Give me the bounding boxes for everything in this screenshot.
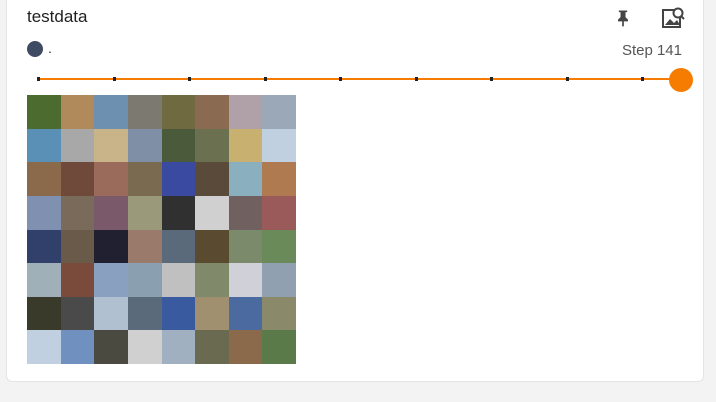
image-tile [161,95,196,129]
slider-tick [339,77,342,81]
image-tile [228,330,263,364]
run-label: . [48,40,52,56]
slider-tick [490,77,493,81]
image-tile [228,296,263,331]
step-slider[interactable] [37,68,693,92]
image-tile [228,263,263,297]
image-tile [262,95,296,129]
image-tile [127,296,162,331]
image-tile [27,162,61,196]
image-tile [27,330,61,364]
image-tile [161,296,196,331]
image-tile [228,95,263,129]
image-tile [94,296,128,331]
image-tile [161,162,196,196]
step-label: Step 141 [621,42,682,59]
image-tile [94,229,128,264]
image-card: testdata . Step 141 [6,0,704,382]
image-tile [262,330,296,364]
image-tile [228,128,263,163]
image-tile [161,195,196,230]
image-tile [127,162,162,196]
slider-thumb[interactable] [669,68,693,92]
slider-tick [263,77,267,81]
slider-tick [565,77,569,81]
image-tile [127,128,162,163]
image-tile [60,162,95,196]
image-tile [27,128,61,163]
image-tile [195,229,229,264]
image-tile [27,263,61,297]
image-tile [195,162,229,196]
image-search-icon [662,7,685,28]
image-tile [127,195,162,230]
image-tile [60,128,95,163]
image-tile [228,195,263,230]
image-grid [27,95,296,364]
image-tile [161,263,196,297]
image-tile [195,128,229,163]
pin-icon [618,10,628,27]
slider-tick [414,77,418,81]
slider-tick [641,77,644,81]
image-tile [94,128,128,163]
image-tile [27,95,61,129]
image-tile [262,296,296,331]
image-tile [60,195,95,230]
image-tile [195,95,229,129]
image-tile [27,229,61,264]
image-tile [161,229,196,264]
card-title: testdata [27,7,88,26]
image-tile [161,128,196,163]
image-tile [195,296,229,331]
image-tile [262,229,296,264]
image-tile [94,95,128,129]
image-tile [161,330,196,364]
image-tile [262,263,296,297]
image-tile [60,229,95,264]
image-tile [127,330,162,364]
image-tile [94,195,128,230]
image-tile [94,162,128,196]
image-tile [228,229,263,264]
pin-button[interactable] [611,6,635,30]
run-color-dot [27,41,43,57]
image-tile [60,95,95,129]
image-tile [27,296,61,331]
image-tile [127,229,162,264]
slider-tick [188,77,191,81]
image-tile [127,95,162,129]
slider-tick [37,77,40,81]
image-tile [27,195,61,230]
slider-track [37,78,681,80]
image-tile [94,263,128,297]
image-tile [60,330,95,364]
image-tile [60,263,95,297]
image-tile [60,296,95,331]
image-tile [195,330,229,364]
image-tile [127,263,162,297]
image-tile [228,162,263,196]
expand-image-button[interactable] [659,4,687,32]
image-tile [262,128,296,163]
image-tile [195,195,229,230]
image-tile [94,330,128,364]
image-tile [195,263,229,297]
image-tile [262,162,296,196]
image-tile [262,195,296,230]
slider-tick [112,77,116,81]
